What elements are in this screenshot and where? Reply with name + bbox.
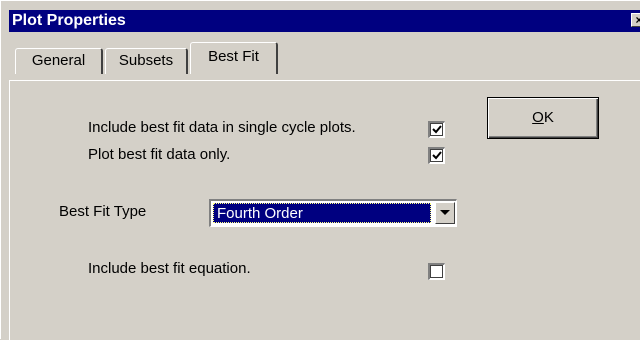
close-icon: × — [635, 13, 640, 27]
tab-subsets[interactable]: Subsets — [105, 48, 188, 74]
plot-only-label: Plot best fit data only. — [88, 146, 231, 163]
include-single-cycle-checkbox[interactable] — [428, 121, 445, 138]
plot-properties-dialog: Plot Properties × General Subsets Best F… — [0, 0, 640, 340]
dropdown-button[interactable] — [435, 202, 455, 224]
title-bar[interactable]: Plot Properties × — [9, 10, 640, 32]
window-title: Plot Properties — [12, 12, 126, 29]
best-fit-type-label: Best Fit Type — [59, 203, 147, 220]
tab-best-fit-label: Best Fit — [208, 48, 259, 65]
include-equation-label: Include best fit equation. — [88, 260, 251, 277]
checkmark-icon — [432, 125, 442, 134]
chevron-down-icon — [440, 210, 450, 215]
tab-general-label: General — [31, 52, 86, 69]
best-fit-type-value: Fourth Order — [213, 203, 431, 223]
include-equation-checkbox[interactable] — [428, 263, 445, 280]
tab-best-fit[interactable]: Best Fit — [190, 42, 278, 74]
ok-button[interactable]: OK — [487, 97, 599, 139]
tab-subsets-label: Subsets — [118, 52, 174, 69]
include-single-cycle-label: Include best fit data in single cycle pl… — [88, 119, 356, 136]
close-button[interactable]: × — [631, 13, 640, 27]
ok-label-rest: K — [543, 109, 554, 126]
checkmark-icon — [432, 151, 442, 160]
plot-only-checkbox[interactable] — [428, 147, 445, 164]
tab-general[interactable]: General — [15, 48, 103, 74]
ok-mnemonic: O — [532, 109, 544, 126]
best-fit-type-select[interactable]: Fourth Order — [209, 199, 457, 227]
